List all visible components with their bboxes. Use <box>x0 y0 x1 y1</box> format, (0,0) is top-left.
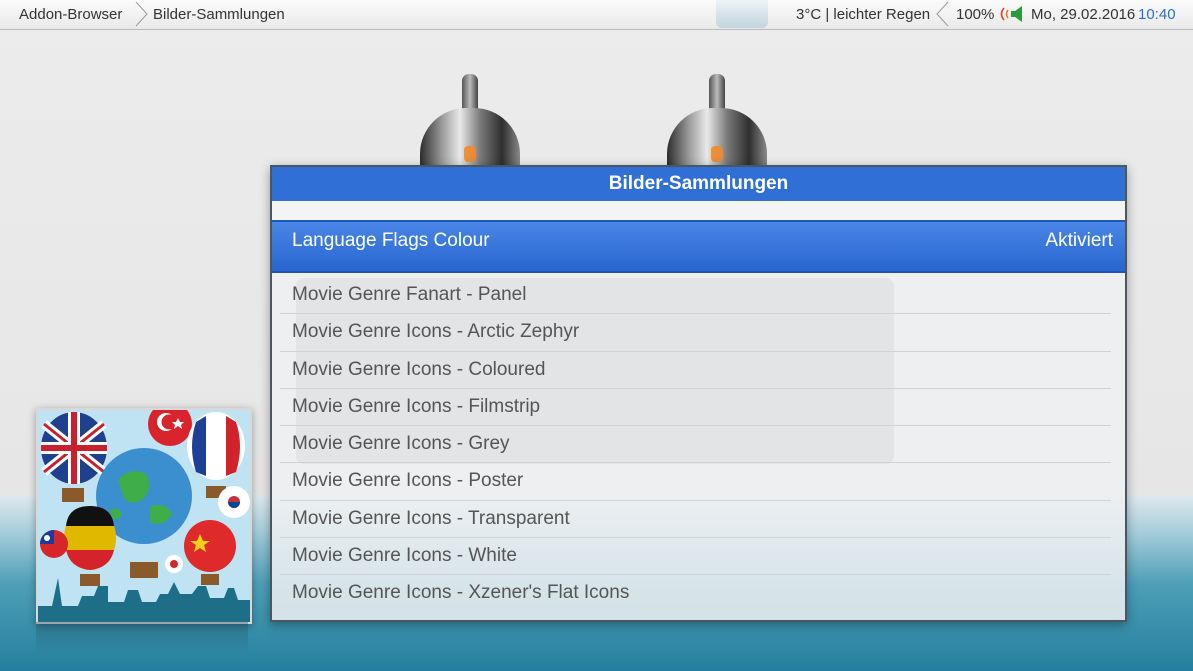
status-badge: Aktiviert <box>1045 230 1113 251</box>
weather-image <box>716 0 768 28</box>
breadcrumb-bilder-sammlungen[interactable]: Bilder-Sammlungen <box>153 6 285 23</box>
list-item-label: Movie Genre Icons - White <box>292 545 517 567</box>
list-item-label: Movie Genre Icons - Poster <box>292 470 524 492</box>
weather-text: 3°C | leichter Regen <box>796 6 931 23</box>
list-item[interactable]: Movie Genre Icons - Grey <box>272 426 1125 464</box>
top-bar: Addon-Browser Bilder-Sammlungen 3°C | le… <box>0 0 1193 30</box>
list-item[interactable]: Movie Genre Icons - Filmstrip <box>272 389 1125 427</box>
list-item-label: Movie Genre Icons - Grey <box>292 433 510 455</box>
list-item-label: Language Flags Colour <box>292 230 490 251</box>
list-item-label: Movie Genre Fanart - Panel <box>292 284 527 305</box>
list-item-label: Movie Genre Icons - Arctic Zephyr <box>292 321 580 343</box>
list-item[interactable]: Movie Genre Icons - White <box>272 538 1125 576</box>
dialog-spacer <box>272 201 1125 220</box>
thumbnail-reflection <box>36 622 248 652</box>
breadcrumb-addon-browser[interactable]: Addon-Browser <box>19 6 122 23</box>
list-item-label: Movie Genre Icons - Xzener's Flat Icons <box>292 582 630 604</box>
list-item-label: Movie Genre Icons - Transparent <box>292 507 570 529</box>
list-item[interactable]: Movie Genre Icons - Coloured <box>272 352 1125 390</box>
list-item-selected[interactable]: Language Flags Colour Aktiviert <box>272 220 1125 273</box>
chevron-icon <box>134 1 150 27</box>
clock-text: 10:40 <box>1138 6 1176 23</box>
date-text: Mo, 29.02.2016 <box>1031 6 1136 23</box>
list-item[interactable]: Movie Genre Icons - Transparent <box>272 501 1125 539</box>
list-item[interactable]: Movie Genre Icons - Xzener's Flat Icons <box>272 575 1125 612</box>
list-item-label: Movie Genre Icons - Filmstrip <box>292 395 541 417</box>
chevron-icon <box>934 1 950 27</box>
collections-dialog: Bilder-Sammlungen Language Flags Colour … <box>270 165 1127 622</box>
addon-list: Movie Genre Fanart - Panel Movie Genre I… <box>272 277 1125 613</box>
language-flags-thumbnail <box>36 408 252 624</box>
list-item-label: Movie Genre Icons - Coloured <box>292 358 546 380</box>
list-item[interactable]: Movie Genre Icons - Arctic Zephyr <box>272 314 1125 352</box>
volume-icon <box>998 5 1026 23</box>
dialog-title: Bilder-Sammlungen <box>272 167 1125 201</box>
volume-level: 100% <box>956 6 995 23</box>
list-item[interactable]: Movie Genre Fanart - Panel <box>272 277 1125 315</box>
list-item[interactable]: Movie Genre Icons - Poster <box>272 463 1125 502</box>
